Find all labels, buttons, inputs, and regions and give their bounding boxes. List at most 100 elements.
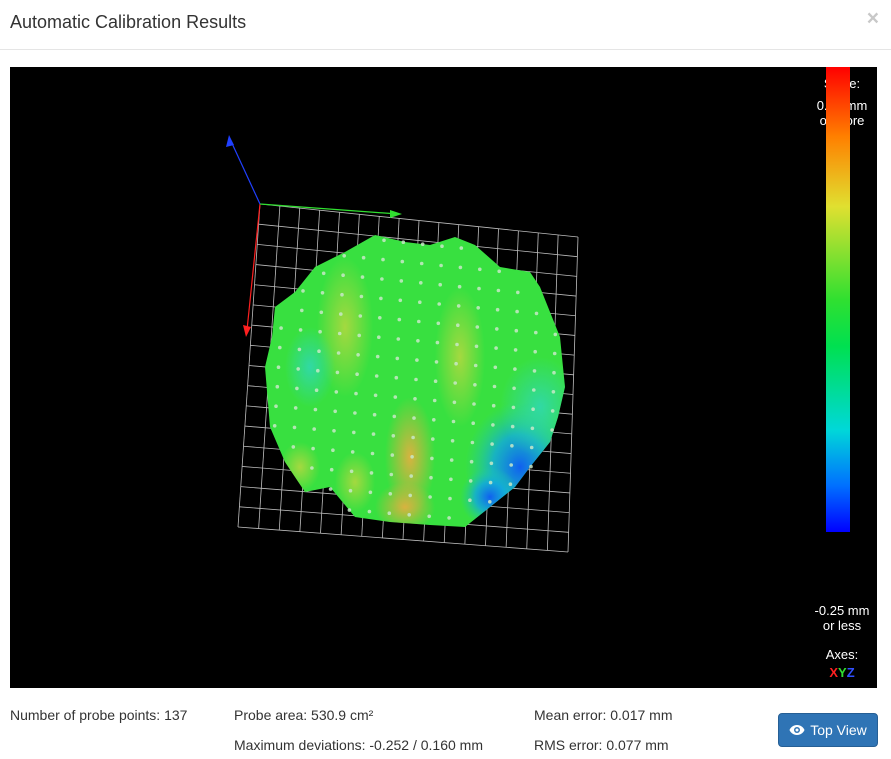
probe-point [531,407,535,412]
probe-point [356,353,360,357]
probe-point [318,329,322,334]
probe-point [473,363,478,368]
probe-point [371,432,376,436]
probe-point [335,370,340,375]
probe-point [529,464,533,469]
probe-point [359,294,364,299]
probe-point [389,472,394,477]
probe-point [295,386,299,391]
probe-point [314,388,319,393]
heightmap-scene[interactable] [10,67,877,688]
probe-point [436,321,441,326]
probe-point [332,429,336,433]
probe-point [529,445,534,450]
probe-point [492,384,497,389]
probe-point [382,238,386,243]
probe-point [474,344,479,349]
top-view-button[interactable]: Top View [778,713,878,747]
probe-point [372,412,377,417]
probe-point [414,377,418,382]
modal-title: Automatic Calibration Results [10,12,247,32]
probe-point [275,384,280,389]
probe-point [370,451,375,456]
probe-point [447,516,451,520]
probe-point [334,390,339,394]
probe-point [375,354,380,359]
mean-error: Mean error: 0.017 mm [534,707,673,723]
probe-point [530,426,535,431]
axis-x-label: X [829,665,839,680]
probe-point [354,391,358,396]
probe-point [533,349,537,354]
probe-point [550,428,554,432]
probe-point [349,469,354,474]
eye-icon [789,725,805,735]
probe-point [490,442,494,446]
probe-point [321,271,326,276]
probe-points-count: Number of probe points: 137 [10,707,188,723]
probe-point [511,405,516,410]
probe-point [508,482,513,487]
probe-point [456,304,461,308]
probe-point [458,265,463,270]
probe-point [433,379,438,384]
probe-point [471,421,476,426]
modal-header: Automatic Calibration Results × [0,0,891,50]
probe-point [478,267,482,272]
probe-point [534,311,539,316]
probe-point [398,298,403,303]
probe-point [430,456,434,461]
probe-point [380,277,384,281]
probe-point [434,360,439,364]
probe-point [336,351,341,355]
probe-point [491,423,495,427]
probe-point [413,397,417,401]
probe-point [552,351,557,356]
axes-title: Axes: [825,647,859,662]
probe-point [489,461,494,466]
probe-point [510,444,514,448]
probe-point [276,365,281,370]
probe-point [348,488,353,493]
probe-point [468,498,472,503]
rms-error: RMS error: 0.077 mm [534,737,669,753]
probe-point [331,448,335,453]
probe-point [333,409,338,414]
probe-point [393,395,398,399]
probe-point [272,424,277,428]
probe-point [438,282,443,287]
probe-point [488,500,492,504]
probe-point [470,440,475,445]
probe-point [453,381,458,385]
probe-point [516,290,520,295]
probe-area: Probe area: 530.9 cm² [234,707,374,723]
probe-point [491,403,496,408]
probe-point [339,312,343,316]
probe-point [361,255,366,260]
probe-point [390,453,395,457]
probe-point [368,490,373,495]
probe-point [454,361,458,366]
probe-point [431,437,435,441]
probe-point [311,446,315,451]
probe-point [342,254,347,258]
probe-point [437,302,442,306]
probe-point [417,319,421,324]
probe-point [514,328,519,333]
close-icon[interactable]: × [867,8,879,29]
axis-y-label: Y [838,665,847,680]
probe-point [440,244,444,248]
probe-point [300,308,304,313]
probe-point [317,349,321,354]
probe-point [367,509,372,514]
probe-point [301,289,305,293]
probe-point [387,511,392,515]
probe-point [459,246,464,250]
probe-point [468,479,473,483]
probe-point [496,288,501,293]
probe-point [513,348,518,352]
probe-point [432,398,437,403]
calibration-3d-viewport[interactable]: Scale: 0.25 mm or more -0.25 mm or less … [10,67,877,688]
probe-point [435,340,440,345]
probe-point [292,425,297,430]
